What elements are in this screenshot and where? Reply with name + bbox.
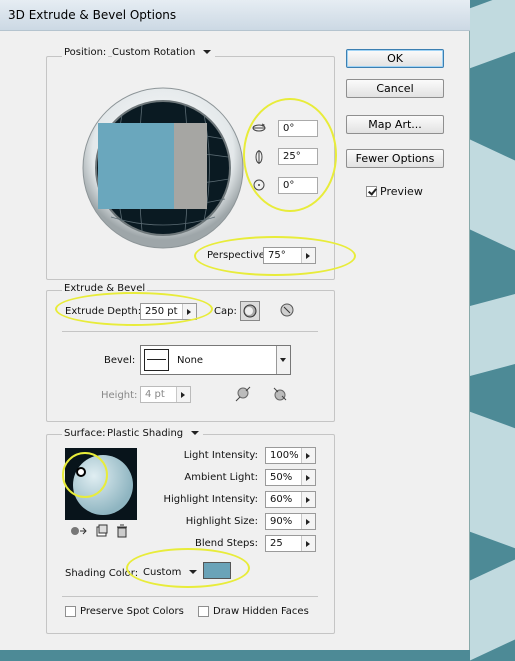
cap-on-icon[interactable] [240, 301, 260, 321]
draw-hidden-faces-checkbox[interactable] [198, 606, 209, 617]
ambient-light-label: Ambient Light: [184, 472, 258, 483]
rotate-y-icon [252, 149, 266, 165]
extrude-depth-arrow-icon[interactable] [182, 304, 196, 319]
rotate-x-field[interactable]: 0° [278, 120, 318, 137]
rotate-y-field[interactable]: 25° [278, 148, 318, 165]
blend-steps-field[interactable]: 25 [265, 535, 316, 552]
preserve-spot-colors-checkbox[interactable] [65, 606, 76, 617]
rotation-track-cube[interactable] [82, 87, 244, 249]
light-intensity-value: 100% [270, 450, 299, 461]
height-field[interactable]: 4 pt [140, 386, 191, 403]
background-stripe [470, 559, 515, 661]
title-bar: 3D Extrude & Bevel Options [0, 0, 470, 31]
extrude-depth-field[interactable]: 250 pt [140, 303, 197, 320]
light-intensity-label: Light Intensity: [183, 450, 258, 461]
blend-steps-arrow-icon[interactable] [301, 536, 315, 551]
divider [62, 596, 318, 597]
light-intensity-field[interactable]: 100% [265, 447, 316, 464]
ambient-light-arrow-icon[interactable] [301, 470, 315, 485]
draw-hidden-faces-label[interactable]: Draw Hidden Faces [213, 606, 309, 617]
surface-label: Surface: [62, 428, 108, 439]
background-stripe [470, 293, 515, 377]
chevron-down-icon [203, 50, 212, 54]
surface-value: Plastic Shading [107, 428, 184, 439]
extrude-bevel-title: Extrude & Bevel [62, 283, 148, 294]
trash-icon[interactable] [115, 524, 129, 538]
position-preset-value: Custom Rotation [112, 47, 196, 58]
perspective-value: 75° [268, 250, 286, 261]
highlight-intensity-value: 60% [270, 494, 293, 505]
bevel-in-icon[interactable] [270, 384, 290, 404]
chevron-down-icon [191, 431, 200, 435]
ambient-light-value: 50% [270, 472, 293, 483]
highlight-intensity-field[interactable]: 60% [265, 491, 316, 508]
highlight-size-label: Highlight Size: [185, 516, 258, 527]
light-intensity-arrow-icon[interactable] [301, 448, 315, 463]
rotate-z-icon [252, 178, 266, 192]
ok-button[interactable]: OK [346, 49, 444, 68]
background-stripe [470, 0, 515, 69]
highlight-size-value: 90% [270, 516, 293, 527]
shading-color-dropdown[interactable]: Custom [143, 567, 198, 578]
perspective-label: Perspective: [207, 250, 269, 261]
bevel-label: Bevel: [104, 355, 136, 366]
shading-color-swatch[interactable] [203, 562, 231, 579]
ambient-light-field[interactable]: 50% [265, 469, 316, 486]
rotate-z-value: 0° [283, 180, 295, 191]
highlight-size-arrow-icon[interactable] [301, 514, 315, 529]
extrude-depth-value: 250 pt [145, 306, 178, 317]
extrude-depth-label: Extrude Depth: [65, 306, 142, 317]
perspective-arrow-icon[interactable] [301, 248, 315, 263]
chevron-down-icon[interactable] [276, 346, 290, 374]
background-stripe [470, 139, 515, 251]
rotate-x-value: 0° [283, 123, 295, 134]
map-art-button[interactable]: Map Art... [346, 115, 444, 134]
height-arrow-icon[interactable] [176, 387, 190, 402]
cap-off-icon[interactable] [278, 301, 298, 321]
height-label: Height: [101, 390, 138, 401]
rotate-x-icon [252, 121, 266, 135]
rotate-y-value: 25° [283, 151, 301, 162]
new-light-icon[interactable] [95, 524, 109, 538]
bevel-value: None [177, 355, 204, 366]
shading-color-value: Custom [143, 567, 182, 578]
height-value: 4 pt [145, 389, 165, 400]
rotate-z-field[interactable]: 0° [278, 177, 318, 194]
surface-dropdown[interactable]: Plastic Shading [107, 428, 204, 439]
window-title: 3D Extrude & Bevel Options [8, 8, 177, 22]
extrude-bevel-dialog: 3D Extrude & Bevel Options Position: Cus… [0, 0, 470, 650]
light-source-handle[interactable] [76, 467, 86, 477]
shading-color-label: Shading Color: [65, 568, 139, 579]
fewer-options-button[interactable]: Fewer Options [346, 149, 444, 168]
track-cube-graphic [82, 87, 244, 249]
divider [62, 331, 318, 332]
highlight-intensity-arrow-icon[interactable] [301, 492, 315, 507]
lighting-sphere-preview[interactable] [65, 448, 137, 520]
cancel-button[interactable]: Cancel [346, 79, 444, 98]
preview-checkbox[interactable] [366, 186, 377, 197]
preview-label[interactable]: Preview [380, 185, 423, 198]
position-label: Position: [62, 47, 109, 58]
bevel-preview-icon [144, 349, 169, 371]
highlight-size-field[interactable]: 90% [265, 513, 316, 530]
background-stripe [470, 411, 515, 549]
position-preset-dropdown[interactable]: Custom Rotation [112, 47, 216, 58]
move-light-to-back-icon[interactable] [70, 524, 88, 538]
preserve-spot-colors-label[interactable]: Preserve Spot Colors [80, 606, 184, 617]
highlight-intensity-label: Highlight Intensity: [163, 494, 259, 505]
blend-steps-label: Blend Steps: [194, 538, 258, 549]
perspective-field[interactable]: 75° [263, 247, 316, 264]
bevel-dropdown[interactable]: None [140, 345, 291, 375]
cap-label: Cap: [214, 306, 237, 317]
blend-steps-value: 25 [270, 538, 283, 549]
bevel-out-icon[interactable] [233, 384, 253, 404]
lighting-sphere-graphic [73, 455, 133, 515]
chevron-down-icon [189, 570, 198, 574]
